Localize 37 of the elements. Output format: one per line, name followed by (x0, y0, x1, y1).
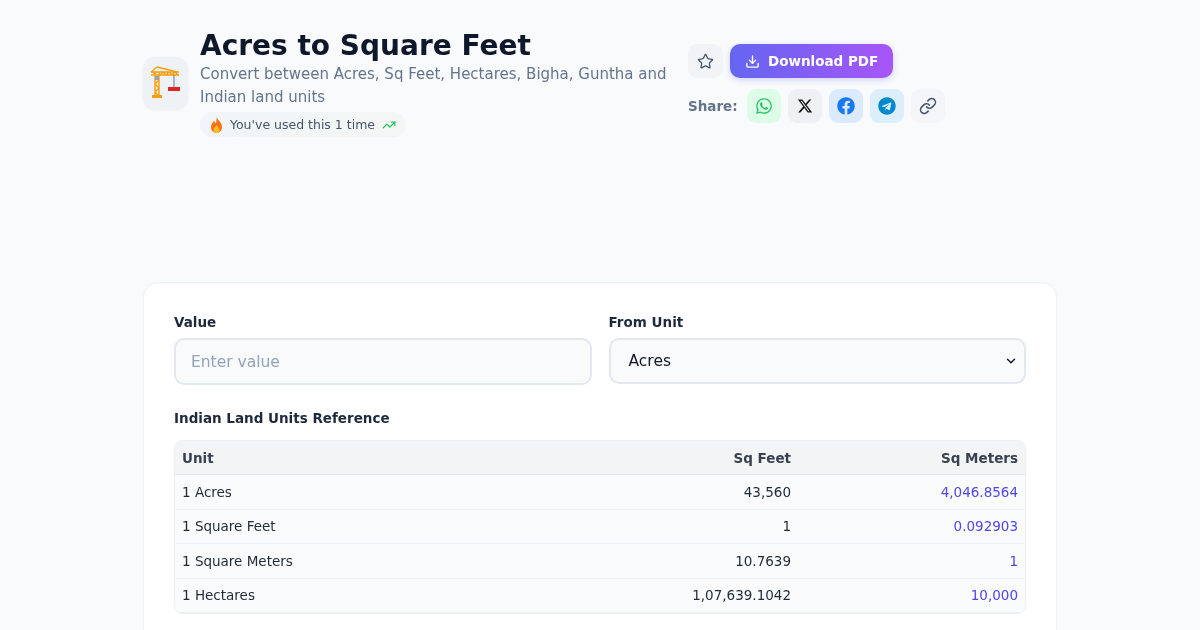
star-icon (697, 52, 714, 70)
table-cell: 1 (597, 509, 798, 544)
page-title: Acres to Square Feet (200, 29, 531, 62)
x-logo-icon (796, 98, 813, 114)
download-icon (745, 53, 760, 69)
download-pdf-button[interactable]: Download PDF (730, 44, 894, 78)
share-button[interactable] (910, 89, 945, 123)
value-input[interactable]: Enter value (174, 338, 592, 385)
table-cell: 1,07,639.1042 (597, 578, 798, 613)
page-subtitle: Convert between Acres, Sq Feet, Hectares, Bigha, Guntha and Indian land units (200, 64, 668, 108)
section-title: Indian Land Units Reference (174, 409, 391, 427)
telegram-icon (877, 97, 896, 115)
share-label: Share: (688, 98, 738, 114)
crane-icon (143, 57, 188, 109)
table-cell: 1 Acres (175, 475, 597, 510)
unit-select[interactable]: Acres (608, 338, 1026, 384)
flame-icon (210, 116, 223, 133)
whatsapp-icon (754, 97, 773, 115)
table-cell: 43,560 (597, 475, 798, 510)
table-cell: 1 Square Feet (175, 509, 597, 544)
field-label: From Unit (608, 313, 684, 331)
usage-count-text: You've used this 1 time (230, 117, 376, 132)
table-cell: 10,000 (798, 578, 1025, 613)
field-label: Value (174, 313, 217, 331)
table-cell: 1 (798, 544, 1025, 579)
favorite-button[interactable] (688, 44, 723, 78)
table-cell: 1 Hectares (175, 578, 597, 613)
table-cell: 4,046.8564 (798, 475, 1025, 510)
share-button[interactable] (787, 89, 822, 123)
column-header: Sq Meters (798, 441, 1025, 475)
table-cell: 0.092903 (798, 509, 1025, 544)
table-cell: 1 Square Meters (175, 544, 597, 579)
facebook-icon (836, 97, 855, 115)
table-cell: 10.7639 (597, 544, 798, 579)
link-icon (918, 97, 937, 115)
column-header: Sq Feet (597, 441, 798, 475)
column-header: Unit (175, 441, 597, 475)
